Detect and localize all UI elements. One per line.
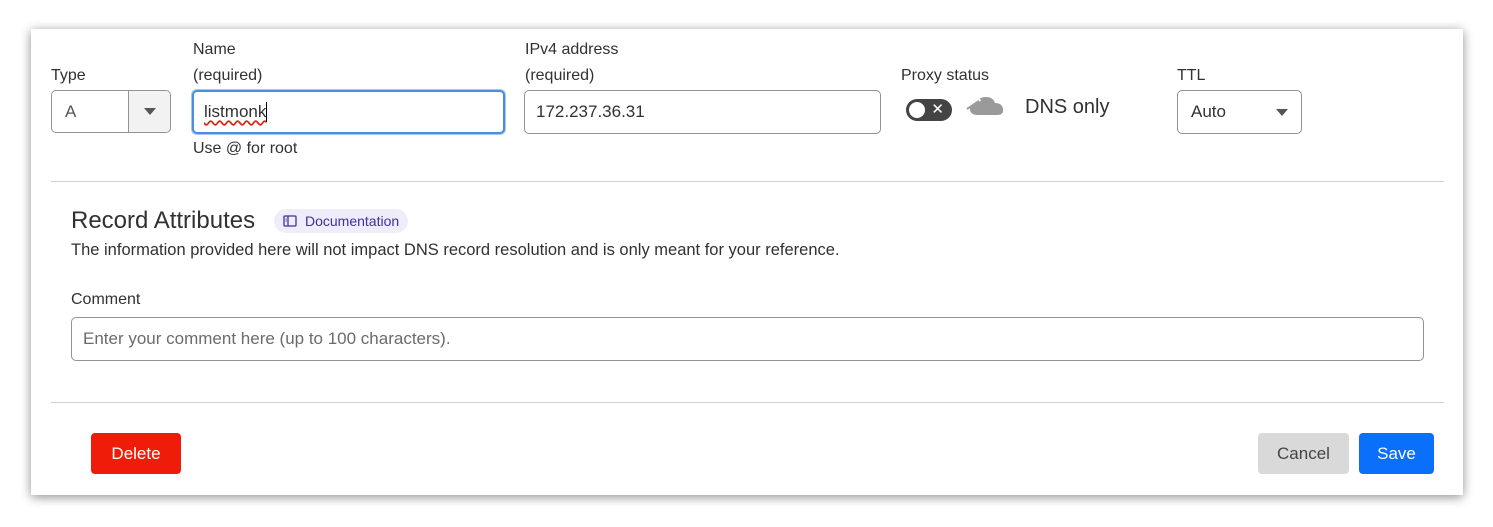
ttl-value: Auto <box>1191 102 1226 121</box>
close-icon: ✕ <box>931 101 944 118</box>
divider <box>51 181 1444 182</box>
proxy-toggle[interactable]: ✕ <box>906 99 952 121</box>
divider <box>51 402 1444 403</box>
name-help-text: Use @ for root <box>193 140 298 157</box>
ipv4-required: (required) <box>525 67 595 84</box>
delete-button[interactable]: Delete <box>91 433 181 474</box>
book-icon <box>283 215 297 227</box>
toggle-knob <box>909 102 925 118</box>
ttl-label: TTL <box>1177 67 1206 84</box>
proxy-status-text: DNS only <box>1025 96 1110 118</box>
cancel-button[interactable]: Cancel <box>1258 433 1349 474</box>
attributes-description: The information provided here will not i… <box>71 241 840 259</box>
type-select[interactable]: A <box>51 90 171 133</box>
save-button[interactable]: Save <box>1359 433 1434 474</box>
ipv4-input[interactable] <box>524 90 881 134</box>
name-input[interactable]: listmonk <box>192 90 505 134</box>
documentation-link[interactable]: Documentation <box>274 209 409 233</box>
chevron-down-icon <box>143 108 156 115</box>
name-value: listmonk <box>204 102 267 121</box>
type-value: A <box>65 102 77 121</box>
name-label: Name <box>193 41 236 58</box>
comment-input[interactable] <box>71 317 1424 361</box>
section-title: Record Attributes <box>71 207 256 234</box>
type-label: Type <box>51 67 86 84</box>
type-dropdown-toggle[interactable] <box>128 91 170 132</box>
ipv4-label: IPv4 address <box>525 41 619 58</box>
comment-label: Comment <box>71 291 141 308</box>
name-required: (required) <box>193 67 263 84</box>
proxy-status-label: Proxy status <box>901 67 990 84</box>
ttl-select[interactable]: Auto <box>1177 90 1302 134</box>
text-cursor <box>266 102 268 122</box>
dns-record-edit-panel: Type A Name (required) listmonk Use @ fo… <box>31 29 1463 495</box>
chevron-down-icon <box>1276 108 1288 116</box>
cloud-dns-only-icon <box>966 97 1004 115</box>
documentation-label: Documentation <box>305 213 400 229</box>
